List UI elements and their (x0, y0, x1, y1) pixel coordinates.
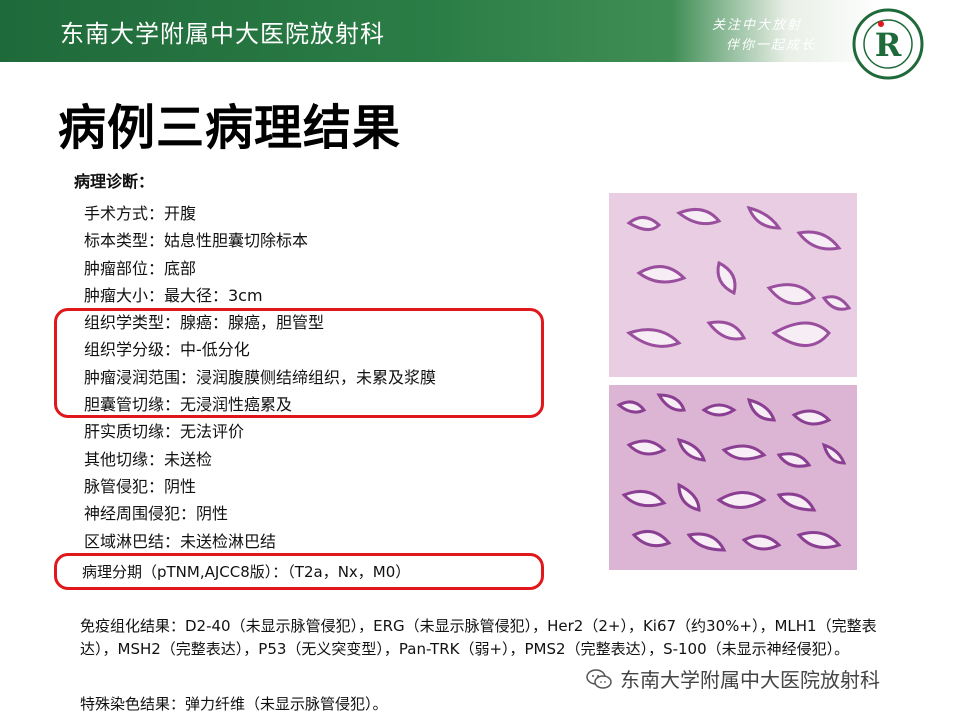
watermark-text: 东南大学附属中大医院放射科 (620, 668, 880, 692)
slogan-line-1: 关注中大放射 (712, 18, 803, 33)
histology-image-high-power (609, 385, 857, 570)
diagnosis-item: 神经周围侵犯：阴性 (84, 504, 229, 524)
diagnosis-item: 肝实质切缘：无法评价 (84, 422, 245, 442)
diagnosis-item: 肿瘤大小：最大径：3cm (84, 285, 263, 305)
histology-image-low-power (609, 193, 857, 377)
diagnosis-item: 区域淋巴结：未送检淋巴结 (84, 531, 277, 551)
diagnosis-item: 脉管侵犯：阴性 (84, 476, 197, 496)
wechat-watermark: 东南大学附属中大医院放射科 (586, 664, 880, 693)
department-logo-icon: R (852, 8, 924, 80)
section-label: 病理诊断： (74, 172, 155, 191)
diagnosis-item: 其他切缘：未送检 (84, 449, 213, 469)
histology-highlight-box (54, 308, 544, 418)
slide-title: 病例三病理结果 (58, 100, 402, 156)
header-banner: 东南大学附属中大医院放射科 关注中大放射 伴你一起成长 (0, 0, 960, 62)
institution-name: 东南大学附属中大医院放射科 (60, 20, 385, 48)
pathological-stage: 病理分期（pTNM,AJCC8版）：（T2a，Nx，M0） (82, 563, 411, 581)
diagnosis-item: 肿瘤部位：底部 (84, 258, 197, 278)
diagnosis-item: 标本类型：姑息性胆囊切除标本 (84, 231, 309, 251)
wechat-icon (586, 668, 612, 689)
slogan-line-2: 伴你一起成长 (726, 38, 817, 53)
logo-letter: R (875, 26, 902, 64)
diagnosis-item: 手术方式：开腹 (84, 204, 197, 223)
special-stain-results: 特殊染色结果：弹力纤维（未显示脉管侵犯）。 (80, 695, 388, 713)
ihc-results: 免疫组化结果：D2-40（未显示脉管侵犯），ERG（未显示脉管侵犯），Her2（… (80, 617, 877, 658)
